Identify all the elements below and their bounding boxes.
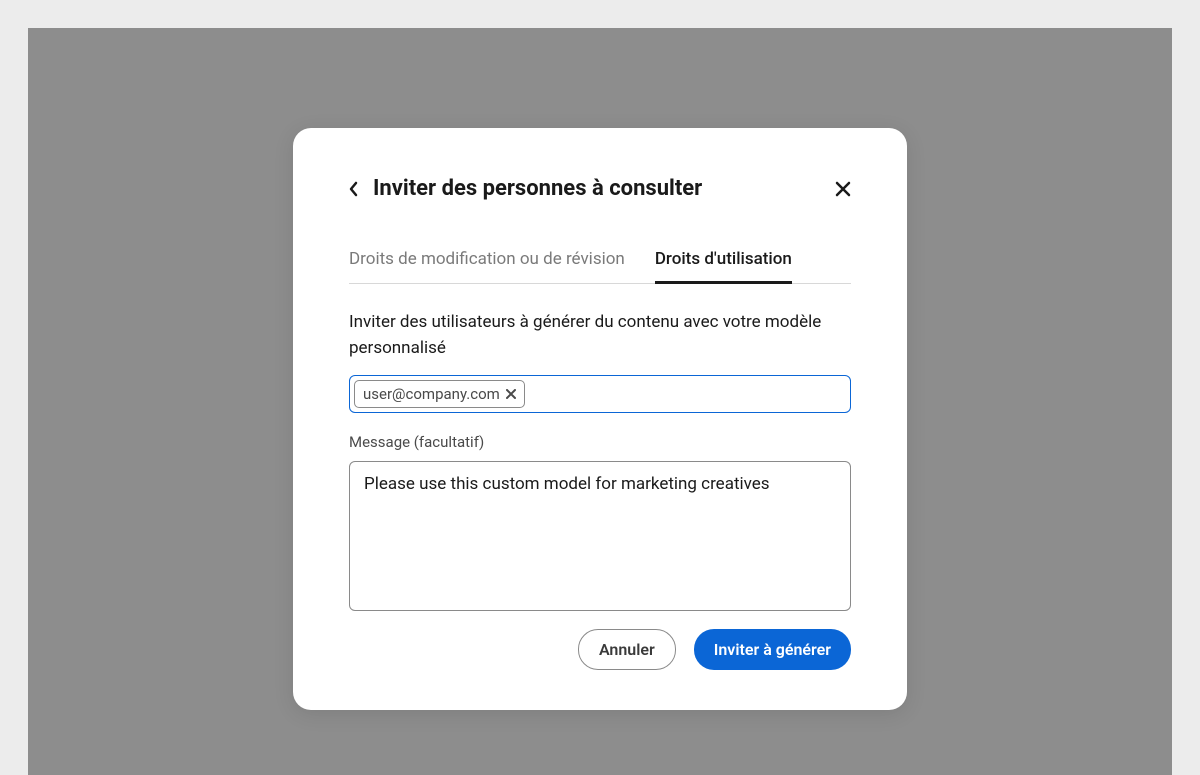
modal-actions: Annuler Inviter à générer: [349, 629, 851, 670]
modal-title: Inviter des personnes à consulter: [373, 176, 821, 201]
close-icon: [835, 181, 851, 197]
close-icon: [506, 389, 516, 399]
remove-chip-button[interactable]: [506, 389, 516, 399]
cancel-button[interactable]: Annuler: [578, 629, 676, 670]
email-chip-text: user@company.com: [363, 385, 500, 403]
back-button[interactable]: [349, 181, 359, 197]
modal-header: Inviter des personnes à consulter: [349, 176, 851, 201]
invite-button[interactable]: Inviter à générer: [694, 629, 851, 670]
message-textarea[interactable]: [349, 461, 851, 611]
tabs: Droits de modification ou de révision Dr…: [349, 239, 851, 284]
email-chip: user@company.com: [354, 380, 525, 408]
invite-modal: Inviter des personnes à consulter Droits…: [293, 128, 907, 710]
invite-description: Inviter des utilisateurs à générer du co…: [349, 310, 851, 361]
close-button[interactable]: [835, 181, 851, 197]
chevron-left-icon: [349, 181, 359, 197]
message-label: Message (facultatif): [349, 433, 851, 451]
email-input[interactable]: user@company.com: [349, 375, 851, 413]
tab-usage-rights[interactable]: Droits d'utilisation: [655, 239, 792, 283]
tab-edit-review-rights[interactable]: Droits de modification ou de révision: [349, 239, 625, 283]
modal-backdrop: Inviter des personnes à consulter Droits…: [28, 28, 1172, 775]
